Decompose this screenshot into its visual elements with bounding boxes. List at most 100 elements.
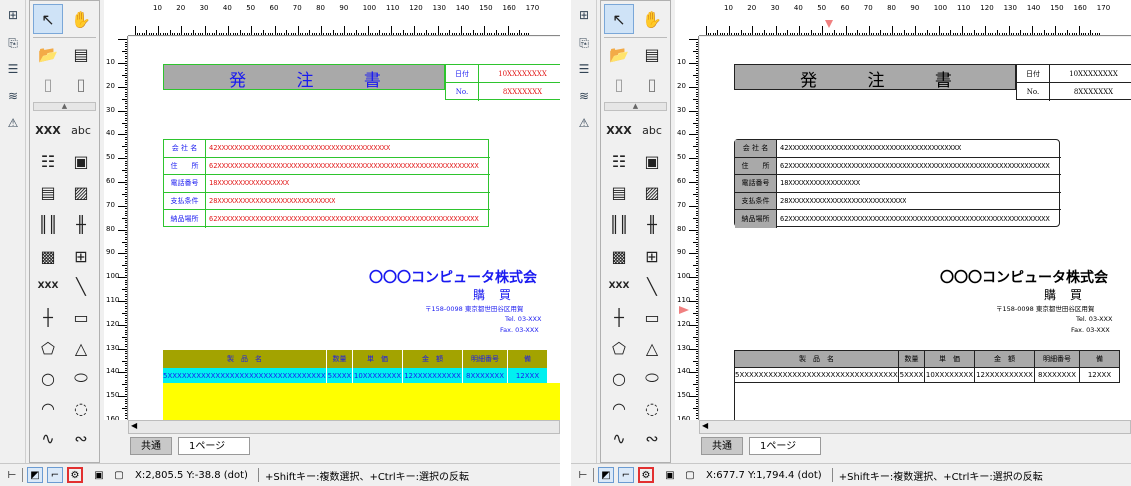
copy-icon[interactable]: ⎘: [4, 34, 22, 52]
frame-table-icon[interactable]: ▤: [33, 177, 63, 207]
grid-toggle-icon[interactable]: ⊢: [575, 467, 591, 483]
product-table[interactable]: 製 品 名 数量 単 価 金 額 明細番号 備 35XXXXXXXXXXXXXX…: [163, 350, 560, 420]
list-icon[interactable]: ☰: [4, 60, 22, 78]
preview-icon[interactable]: ▣: [91, 467, 107, 483]
variable-text-icon[interactable]: XXX: [604, 271, 634, 301]
department-label[interactable]: 購買: [473, 286, 525, 303]
department-label[interactable]: 購買: [1044, 286, 1096, 303]
frame-table-icon[interactable]: ▤: [604, 177, 634, 207]
cross-line-icon[interactable]: ┼: [33, 302, 63, 332]
link-grid-icon[interactable]: ⊞: [637, 241, 667, 271]
wave-icon[interactable]: ∿: [604, 423, 634, 453]
tab-common[interactable]: 共通: [701, 437, 743, 455]
wave-icon[interactable]: ∿: [33, 423, 63, 453]
fax-text[interactable]: Fax. 03-XXX: [1071, 326, 1110, 334]
tab-page1[interactable]: 1ページ: [749, 437, 821, 455]
qr-code-icon[interactable]: ▩: [33, 241, 63, 271]
hand-icon[interactable]: ✋: [66, 4, 96, 34]
text-abc-icon[interactable]: abc: [66, 115, 96, 145]
customer-info-table[interactable]: 会 社 名 42XXXXXXXXXXXXXXXXXXXXXXXXXXXXXXXXX…: [163, 139, 490, 228]
select-arrow-icon[interactable]: ↖: [604, 4, 634, 34]
tel-text[interactable]: Tel. 03-XXX: [505, 315, 541, 323]
copy-icon[interactable]: ⎘: [575, 34, 593, 52]
export-icon[interactable]: ▤: [66, 39, 96, 69]
layers-icon[interactable]: ≋: [575, 87, 593, 105]
frame-icon[interactable]: ▢: [682, 467, 698, 483]
line-icon[interactable]: ╲: [637, 271, 667, 301]
arc-open-icon[interactable]: ◠: [33, 393, 63, 423]
arc-dashed-icon[interactable]: ◌: [66, 393, 96, 423]
export-icon[interactable]: ▤: [637, 39, 667, 69]
snap-icon[interactable]: ◩: [27, 467, 43, 483]
grid-toggle-icon[interactable]: ⊢: [4, 467, 20, 483]
customer-info-table[interactable]: 会 社 名 42XXXXXXXXXXXXXXXXXXXXXXXXXXXXXXXXX…: [734, 139, 1061, 228]
rectangle-icon[interactable]: ▭: [637, 302, 667, 332]
date-number-box[interactable]: 日付 10XXXXXXXX No. 8XXXXXXX: [1016, 64, 1131, 101]
warning-icon[interactable]: ⚠: [575, 114, 593, 132]
text-xxx-icon[interactable]: XXX: [33, 115, 63, 145]
tree-icon[interactable]: ⊞: [575, 6, 593, 24]
select-arrow-icon[interactable]: ↖: [33, 4, 63, 34]
link-grid-icon[interactable]: ⊞: [66, 241, 96, 271]
fax-text[interactable]: Fax. 03-XXX: [500, 326, 539, 334]
field-block-icon[interactable]: ▣: [637, 146, 667, 176]
polygon-icon[interactable]: ⬠: [604, 333, 634, 363]
title-box[interactable]: 発注書: [163, 64, 445, 91]
copy-page-icon[interactable]: ▯: [604, 69, 634, 99]
company-name[interactable]: 〇〇〇コンピュータ株式会: [369, 267, 537, 287]
text-xxx-icon[interactable]: XXX: [604, 115, 634, 145]
date-number-box[interactable]: 日付 10XXXXXXXX No. 8XXXXXXX: [445, 64, 560, 101]
barcode-2d-icon[interactable]: ╫: [637, 209, 667, 239]
text-page-icon[interactable]: ▯: [66, 69, 96, 99]
text-abc-icon[interactable]: abc: [637, 115, 667, 145]
triangle-icon[interactable]: △: [66, 333, 96, 363]
title-box[interactable]: 発注書: [734, 64, 1016, 91]
preview-icon[interactable]: ▣: [662, 467, 678, 483]
variable-text-icon[interactable]: XXX: [33, 271, 63, 301]
ellipse-icon[interactable]: ⬭: [637, 363, 667, 393]
warning-icon[interactable]: ⚠: [4, 114, 22, 132]
frame-icon[interactable]: ▢: [111, 467, 127, 483]
address-text[interactable]: 〒158-0098 東京都世田谷区用賀: [425, 303, 523, 313]
debug-icon[interactable]: ⚙: [67, 467, 83, 483]
guide-icon[interactable]: ⌐: [618, 467, 634, 483]
tab-common[interactable]: 共通: [130, 437, 172, 455]
triangle-icon[interactable]: △: [637, 333, 667, 363]
arc-dashed-icon[interactable]: ◌: [637, 393, 667, 423]
company-name[interactable]: 〇〇〇コンピュータ株式会: [940, 267, 1108, 287]
guide-icon[interactable]: ⌐: [47, 467, 63, 483]
address-text[interactable]: 〒158-0098 東京都世田谷区用賀: [996, 303, 1094, 313]
design-canvas[interactable]: 発注書 日付 10XXXXXXXX No. 8XXXXXXX 会 社 名 42XX…: [700, 37, 1131, 420]
copy-page-icon[interactable]: ▯: [33, 69, 63, 99]
design-canvas[interactable]: 発注書 日付 10XXXXXXXX No. 8XXXXXXX 会 社 名 42XX…: [129, 37, 560, 420]
cross-line-icon[interactable]: ┼: [604, 302, 634, 332]
barcode-2d-icon[interactable]: ╫: [66, 209, 96, 239]
horizontal-scrollbar[interactable]: ◀: [699, 420, 1131, 434]
tel-text[interactable]: Tel. 03-XXX: [1076, 315, 1112, 323]
snap-icon[interactable]: ◩: [598, 467, 614, 483]
barcode-1d-icon[interactable]: ║║: [33, 209, 63, 239]
field-block-icon[interactable]: ▣: [66, 146, 96, 176]
image-icon[interactable]: ▨: [66, 177, 96, 207]
curve-icon[interactable]: ∾: [66, 423, 96, 453]
layers-icon[interactable]: ≋: [4, 87, 22, 105]
tree-icon[interactable]: ⊞: [4, 6, 22, 24]
rectangle-icon[interactable]: ▭: [66, 302, 96, 332]
tab-page1[interactable]: 1ページ: [178, 437, 250, 455]
arc-open-icon[interactable]: ◠: [604, 393, 634, 423]
horizontal-scrollbar[interactable]: ◀: [128, 420, 560, 434]
qr-code-icon[interactable]: ▩: [604, 241, 634, 271]
product-table[interactable]: 製 品 名 数量 単 価 金 額 明細番号 備 35XXXXXXXXXXXXXX…: [734, 350, 1131, 420]
barcode-1d-icon[interactable]: ║║: [604, 209, 634, 239]
curve-icon[interactable]: ∾: [637, 423, 667, 453]
insert-page-icon[interactable]: 📂: [33, 39, 63, 69]
debug-icon[interactable]: ⚙: [638, 467, 654, 483]
field-list-icon[interactable]: ☷: [604, 146, 634, 176]
image-icon[interactable]: ▨: [637, 177, 667, 207]
field-list-icon[interactable]: ☷: [33, 146, 63, 176]
circle-icon[interactable]: ○: [33, 363, 63, 393]
text-page-icon[interactable]: ▯: [637, 69, 667, 99]
circle-icon[interactable]: ○: [604, 363, 634, 393]
polygon-icon[interactable]: ⬠: [33, 333, 63, 363]
line-icon[interactable]: ╲: [66, 271, 96, 301]
